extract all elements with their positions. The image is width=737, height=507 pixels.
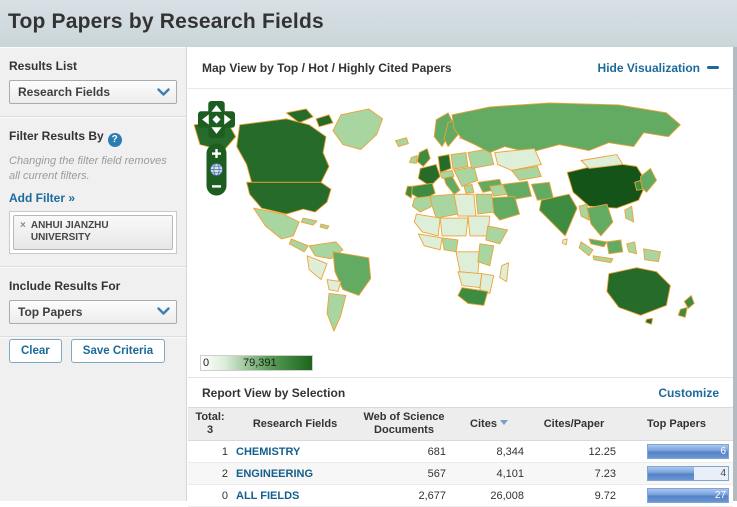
minus-icon [707, 66, 719, 69]
globe-icon [210, 163, 223, 176]
sidebar: Results List Research Fields Filter Resu… [0, 47, 187, 501]
map-panel-header: Map View by Top / Hot / Highly Cited Pap… [188, 47, 733, 89]
scale-min-label: 0 [203, 357, 210, 369]
row-cites-per-paper: 12.25 [528, 440, 620, 464]
report-view-title: Report View by Selection [202, 385, 346, 400]
table-row: 2 ENGINEERING 567 4,101 7.23 4 [188, 462, 733, 486]
results-list-select[interactable]: Research Fields [9, 80, 177, 104]
filter-section: Filter Results By? Changing the filter f… [0, 117, 186, 267]
row-rank: 1 [188, 440, 232, 464]
include-results-select[interactable]: Top Papers [9, 299, 177, 324]
zoom-out-icon [212, 185, 221, 188]
main-content: Map View by Top / Hot / Highly Cited Pap… [188, 47, 733, 507]
map-pan-control[interactable] [198, 101, 235, 138]
remove-filter-icon[interactable]: × [20, 220, 26, 245]
top-papers-value: 4 [720, 468, 726, 480]
row-cites-per-paper: 9.72 [528, 484, 620, 507]
save-criteria-button[interactable]: Save Criteria [70, 338, 166, 363]
results-list-section: Results List Research Fields [0, 47, 186, 117]
map-view-title: Map View by Top / Hot / Highly Cited Pap… [202, 60, 452, 75]
chevron-down-icon [157, 307, 170, 315]
customize-link[interactable]: Customize [658, 386, 719, 400]
row-docs: 681 [358, 440, 450, 464]
col-cites-per-paper[interactable]: Cites/Paper [528, 406, 620, 442]
map-zoom-control[interactable] [206, 143, 227, 196]
row-cites-per-paper: 7.23 [528, 462, 620, 486]
criteria-buttons: Clear Save Criteria [0, 337, 186, 375]
row-rank: 2 [188, 462, 232, 486]
col-wos-documents[interactable]: Web of Science Documents [358, 406, 450, 442]
include-results-label: Include Results For [9, 278, 121, 293]
vertical-scrollbar[interactable] [733, 47, 737, 501]
results-list-value: Research Fields [18, 85, 111, 99]
row-rank: 0 [188, 484, 232, 507]
report-panel-header: Report View by Selection Customize [188, 377, 733, 407]
filter-chip-label: ANHUI JIANZHU UNIVERSITY [30, 219, 109, 244]
research-field-link[interactable]: ALL FIELDS [236, 490, 299, 502]
map-color-scale: 0 79,391 [200, 355, 313, 371]
report-table-body: 1 CHEMISTRY 681 8,344 12.25 6 2 ENGINEER… [188, 440, 733, 507]
top-papers-bar: 27 [647, 488, 729, 504]
scale-max-label: 79,391 [243, 357, 277, 369]
chevron-down-icon [157, 87, 170, 96]
clear-button[interactable]: Clear [9, 338, 62, 363]
filter-note: Changing the filter field removes all cu… [9, 155, 167, 182]
world-choropleth-map[interactable] [192, 95, 728, 357]
table-row: 0 ALL FIELDS 2,677 26,008 9.72 27 [188, 484, 733, 507]
include-results-section: Include Results For Top Papers [0, 267, 186, 337]
sort-desc-icon [499, 419, 508, 425]
top-papers-value: 6 [720, 446, 726, 458]
report-table: Total: 3 Research Fields Web of Science D… [188, 406, 733, 507]
table-header-row: Total: 3 Research Fields Web of Science D… [188, 406, 733, 442]
top-papers-value: 27 [714, 490, 726, 502]
help-icon[interactable]: ? [107, 133, 122, 147]
table-row: 1 CHEMISTRY 681 8,344 12.25 6 [188, 440, 733, 464]
col-cites-sorted[interactable]: Cites [450, 406, 528, 442]
row-docs: 567 [358, 462, 450, 486]
research-field-link[interactable]: CHEMISTRY [236, 446, 300, 458]
row-docs: 2,677 [358, 484, 450, 507]
add-filter-link[interactable]: Add Filter » [9, 191, 75, 205]
hide-visualization-link[interactable]: Hide Visualization [598, 61, 719, 75]
top-papers-bar: 6 [647, 444, 729, 460]
col-total: Total: 3 [188, 406, 232, 442]
page-title: Top Papers by Research Fields [8, 10, 324, 33]
filter-by-label: Filter Results By [9, 129, 104, 143]
row-cites: 4,101 [450, 462, 528, 486]
research-field-link[interactable]: ENGINEERING [236, 468, 313, 480]
row-cites: 26,008 [450, 484, 528, 507]
row-cites: 8,344 [450, 440, 528, 464]
include-results-value: Top Papers [18, 304, 83, 319]
top-papers-bar: 4 [647, 466, 729, 482]
page-banner: Top Papers by Research Fields [0, 0, 737, 47]
filter-chip[interactable]: × ANHUI JIANZHU UNIVERSITY [13, 214, 173, 250]
world-map-region: 0 79,391 [188, 89, 733, 377]
results-list-label: Results List [9, 59, 78, 73]
col-research-fields[interactable]: Research Fields [232, 406, 358, 442]
col-top-papers[interactable]: Top Papers [620, 406, 733, 442]
active-filter-list: × ANHUI JIANZHU UNIVERSITY [9, 210, 177, 254]
